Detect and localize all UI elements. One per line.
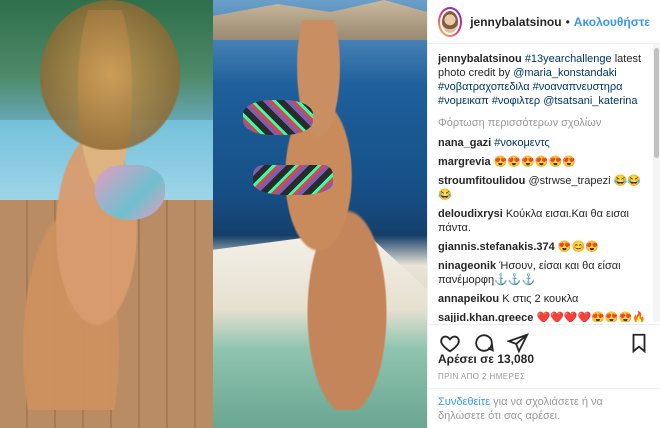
comments-scrollbar[interactable] <box>653 44 660 322</box>
hair-left <box>40 0 180 150</box>
comment-item: nana_gazi #νοκομεντς <box>438 136 651 150</box>
follow-button[interactable]: Ακολουθήστε <box>574 15 650 29</box>
caption-tag-link[interactable]: #νοαναπνευστηρα <box>533 81 623 93</box>
comment-item: margrevia 😍😍😍😍😍😍 <box>438 155 651 169</box>
post-photo[interactable] <box>0 0 427 428</box>
heart-icon[interactable] <box>438 331 462 355</box>
comment-item: deloudixrysi Κούκλα εισαι.Και θα εισαι π… <box>438 207 651 235</box>
post-header: jennybalatsinou • Ακολουθήστε <box>428 0 660 44</box>
comment-text: Κ στις 2 κουκλα <box>502 293 579 305</box>
comment-items: nana_gazi #νοκομεντς margrevia 😍😍😍😍😍😍 stro… <box>438 136 651 322</box>
share-icon[interactable] <box>506 331 530 355</box>
comment-username[interactable]: giannis.stefanakis.374 <box>438 241 555 253</box>
caption-tag-link[interactable]: #13yearchallenge <box>525 53 612 65</box>
photo-left-panel <box>0 0 213 428</box>
caption-tag-link[interactable]: @maria_konstandaki <box>513 67 617 79</box>
comment-text: 😍😍😍😍😍😍 <box>493 156 576 168</box>
comment-username[interactable]: ninageonik <box>438 260 496 272</box>
login-link[interactable]: Συνδεθείτε <box>438 396 490 408</box>
comments-list[interactable]: jennybalatsinou #13yearchallenge latest … <box>438 52 651 322</box>
load-more-comments-button[interactable]: Φόρτωση περισσότερων σχολίων <box>438 116 651 130</box>
comment-item: annapeikou Κ στις 2 κουκλα <box>438 292 651 306</box>
post-timestamp: ΠΡΙΝ ΑΠΟ 2 ΗΜΕΡΕΣ <box>438 372 526 381</box>
comment-username[interactable]: deloudixrysi <box>438 208 503 220</box>
bookmark-icon[interactable] <box>627 331 651 355</box>
post-sidebar: jennybalatsinou • Ακολουθήστε jennybalat… <box>427 0 660 428</box>
comment-username[interactable]: nana_gazi <box>438 137 491 149</box>
comment-username[interactable]: annapeikou <box>438 293 499 305</box>
comment-username[interactable]: margrevia <box>438 156 491 168</box>
comment-username[interactable]: stroumfitoulidou <box>438 175 525 187</box>
post-caption: jennybalatsinou #13yearchallenge latest … <box>438 52 651 108</box>
avatar[interactable] <box>438 6 463 37</box>
caption-username[interactable]: jennybalatsinou <box>438 53 522 65</box>
woman-figure-right <box>233 20 423 410</box>
comment-text: 😍😊😍 <box>557 241 599 253</box>
login-prompt: Συνδεθείτε για να σχολιάσετε ή να δηλώσε… <box>428 388 660 428</box>
header-separator: • <box>565 14 570 29</box>
comment-item: stroumfitoulidou @strwse_trapezi 😂😂😂 <box>438 174 651 202</box>
avatar-image <box>440 8 461 35</box>
speech-bubble-icon[interactable] <box>472 331 496 355</box>
photo-right-panel <box>213 0 427 428</box>
bikini-left <box>95 165 165 220</box>
comment-username[interactable]: sajjid.khan.greece <box>438 312 533 322</box>
instagram-post: jennybalatsinou • Ακολουθήστε jennybalat… <box>0 0 660 428</box>
comment-item: giannis.stefanakis.374 😍😊😍 <box>438 240 651 254</box>
comment-tag-link[interactable]: #νοκομεντς <box>494 137 549 149</box>
bikini-top-right <box>243 100 313 135</box>
comment-item: ninageonik Ήσουν, είσαι και θα είσαι παν… <box>438 259 651 287</box>
scrollbar-thumb[interactable] <box>654 48 659 158</box>
likes-count[interactable]: Αρέσει σε 13,080 <box>438 352 534 366</box>
caption-tag-link[interactable]: @tsatsani_katerina <box>543 95 637 107</box>
caption-tag-link[interactable]: #νομεικαπ <box>438 95 489 107</box>
header-username[interactable]: jennybalatsinou <box>470 15 561 29</box>
caption-tag-link[interactable]: #νοφιλτερ <box>492 95 540 107</box>
action-bar <box>428 324 660 354</box>
caption-tag-link[interactable]: #νοβατραχοπεδιλα <box>438 81 530 93</box>
bikini-bottom-right <box>253 165 333 195</box>
comment-item: sajjid.khan.greece ❤️❤️❤️❤️😍😍😍🔥🔥🔥❤️😍 <box>438 311 651 322</box>
